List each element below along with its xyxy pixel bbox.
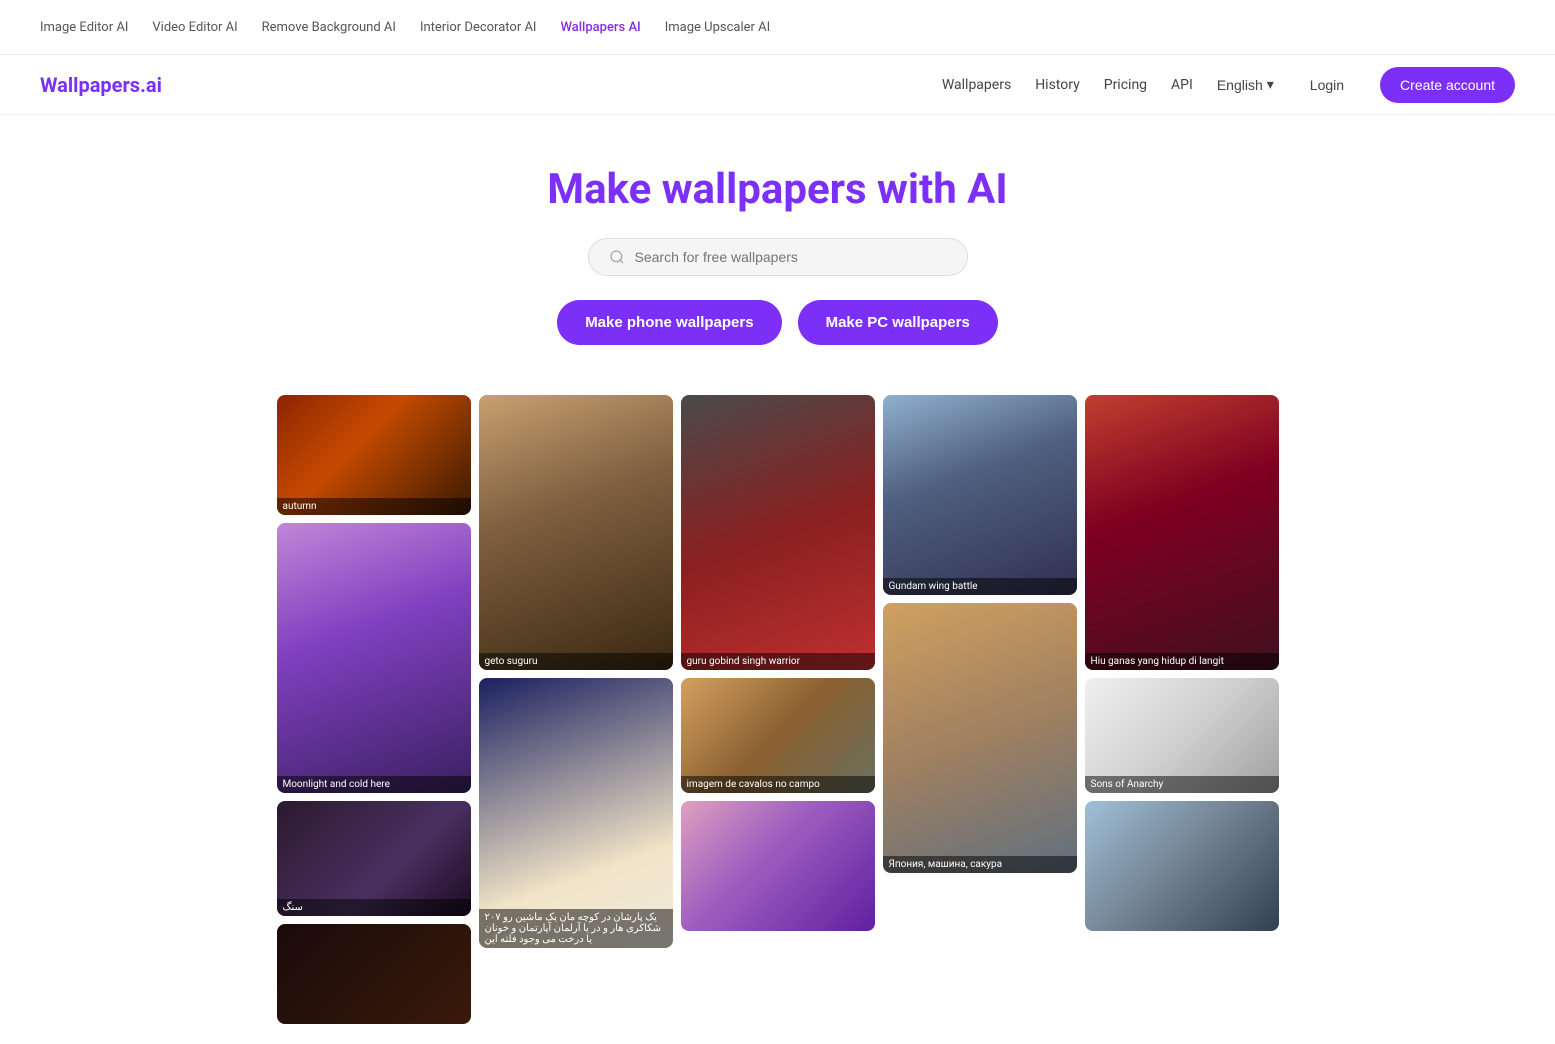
gallery-card-c2-2[interactable]: یک پارشان در کوچه مان یک ماشین رو ۲۰۷ شک… (479, 678, 673, 948)
topbar-link-image-upscaler[interactable]: Image Upscaler AI (665, 20, 770, 35)
search-bar[interactable] (588, 238, 968, 276)
make-phone-wallpapers-button[interactable]: Make phone wallpapers (557, 300, 781, 345)
gallery-label-c1-1: autumn (277, 498, 471, 515)
nav-links: Wallpapers History Pricing API English ▾… (942, 67, 1515, 103)
gallery-image-c4-1 (883, 395, 1077, 595)
gallery-label-c3-2: imagem de cavalos no campo (681, 776, 875, 793)
gallery-card-c2-1[interactable]: geto suguru (479, 395, 673, 670)
topbar-link-video-editor[interactable]: Video Editor AI (152, 20, 237, 35)
gallery-card-c5-2[interactable]: Sons of Anarchy (1085, 678, 1279, 793)
gallery-column-2: geto suguru یک پارشان در کوچه مان یک ماشی… (479, 395, 673, 1024)
gallery-card-c1-3[interactable]: سنگ (277, 801, 471, 916)
gallery-card-c3-1[interactable]: guru gobind singh warrior (681, 395, 875, 670)
hero-title: Make wallpapers with AI (20, 165, 1535, 214)
login-button[interactable]: Login (1298, 69, 1356, 101)
gallery-card-c3-3[interactable] (681, 801, 875, 931)
gallery-label-c3-1: guru gobind singh warrior (681, 653, 875, 670)
gallery-card-c4-1[interactable]: Gundam wing battle (883, 395, 1077, 595)
language-button[interactable]: English ▾ (1217, 76, 1274, 93)
top-bar-links: Image Editor AI Video Editor AI Remove B… (40, 20, 770, 35)
chevron-down-icon: ▾ (1267, 76, 1274, 93)
gallery-card-c1-1[interactable]: autumn (277, 395, 471, 515)
nav-wallpapers[interactable]: Wallpapers (942, 77, 1011, 93)
gallery-image-c3-3 (681, 801, 875, 931)
gallery-label-c4-1: Gundam wing battle (883, 578, 1077, 595)
search-input[interactable] (635, 249, 947, 265)
gallery-label-c2-1: geto suguru (479, 653, 673, 670)
gallery-card-c1-4[interactable] (277, 924, 471, 1024)
gallery-image-c5-3 (1085, 801, 1279, 931)
gallery-label-c5-2: Sons of Anarchy (1085, 776, 1279, 793)
gallery-image-c1-1 (277, 395, 471, 515)
topbar-link-remove-bg[interactable]: Remove Background AI (262, 20, 396, 35)
hero-section: Make wallpapers with AI Make phone wallp… (0, 115, 1555, 375)
gallery-column-5: Hiu ganas yang hidup di langit Sons of An… (1085, 395, 1279, 1024)
hero-buttons: Make phone wallpapers Make PC wallpapers (20, 300, 1535, 345)
make-pc-wallpapers-button[interactable]: Make PC wallpapers (798, 300, 998, 345)
nav-history[interactable]: History (1035, 77, 1080, 93)
gallery-card-c3-2[interactable]: imagem de cavalos no campo (681, 678, 875, 793)
logo[interactable]: Wallpapers.ai (40, 73, 162, 97)
gallery-label-c5-1: Hiu ganas yang hidup di langit (1085, 653, 1279, 670)
gallery-image-c1-2 (277, 523, 471, 793)
gallery-image-c1-4 (277, 924, 471, 1024)
nav-api[interactable]: API (1171, 77, 1193, 93)
gallery-image-c5-1 (1085, 395, 1279, 670)
create-account-button[interactable]: Create account (1380, 67, 1515, 103)
gallery-label-c2-2: یک پارشان در کوچه مان یک ماشین رو ۲۰۷ شک… (479, 909, 673, 948)
gallery-column-1: autumn Moonlight and cold here سنگ (277, 395, 471, 1024)
nav-pricing[interactable]: Pricing (1104, 77, 1147, 93)
gallery-image-c3-1 (681, 395, 875, 670)
gallery-card-c5-1[interactable]: Hiu ganas yang hidup di langit (1085, 395, 1279, 670)
topbar-link-image-editor[interactable]: Image Editor AI (40, 20, 128, 35)
gallery-card-c1-2[interactable]: Moonlight and cold here (277, 523, 471, 793)
gallery-column-3: guru gobind singh warrior imagem de caval… (681, 395, 875, 1024)
search-icon (609, 249, 625, 265)
gallery-label-c4-2: Япония, машина, сакура (883, 856, 1077, 873)
topbar-link-wallpapers[interactable]: Wallpapers AI (560, 20, 640, 35)
gallery: autumn Moonlight and cold here سنگ geto sug… (0, 375, 1555, 1044)
gallery-image-c2-1 (479, 395, 673, 670)
top-bar: Image Editor AI Video Editor AI Remove B… (0, 0, 1555, 55)
gallery-card-c4-2[interactable]: Япония, машина, сакура (883, 603, 1077, 873)
gallery-image-c2-2 (479, 678, 673, 948)
gallery-column-4: Gundam wing battle Япония, машина, сакура (883, 395, 1077, 1024)
gallery-label-c1-2: Moonlight and cold here (277, 776, 471, 793)
gallery-card-c5-3[interactable] (1085, 801, 1279, 931)
gallery-image-c4-2 (883, 603, 1077, 873)
topbar-link-interior-decorator[interactable]: Interior Decorator AI (420, 20, 537, 35)
gallery-label-c1-3: سنگ (277, 899, 471, 916)
main-nav: Wallpapers.ai Wallpapers History Pricing… (0, 55, 1555, 115)
